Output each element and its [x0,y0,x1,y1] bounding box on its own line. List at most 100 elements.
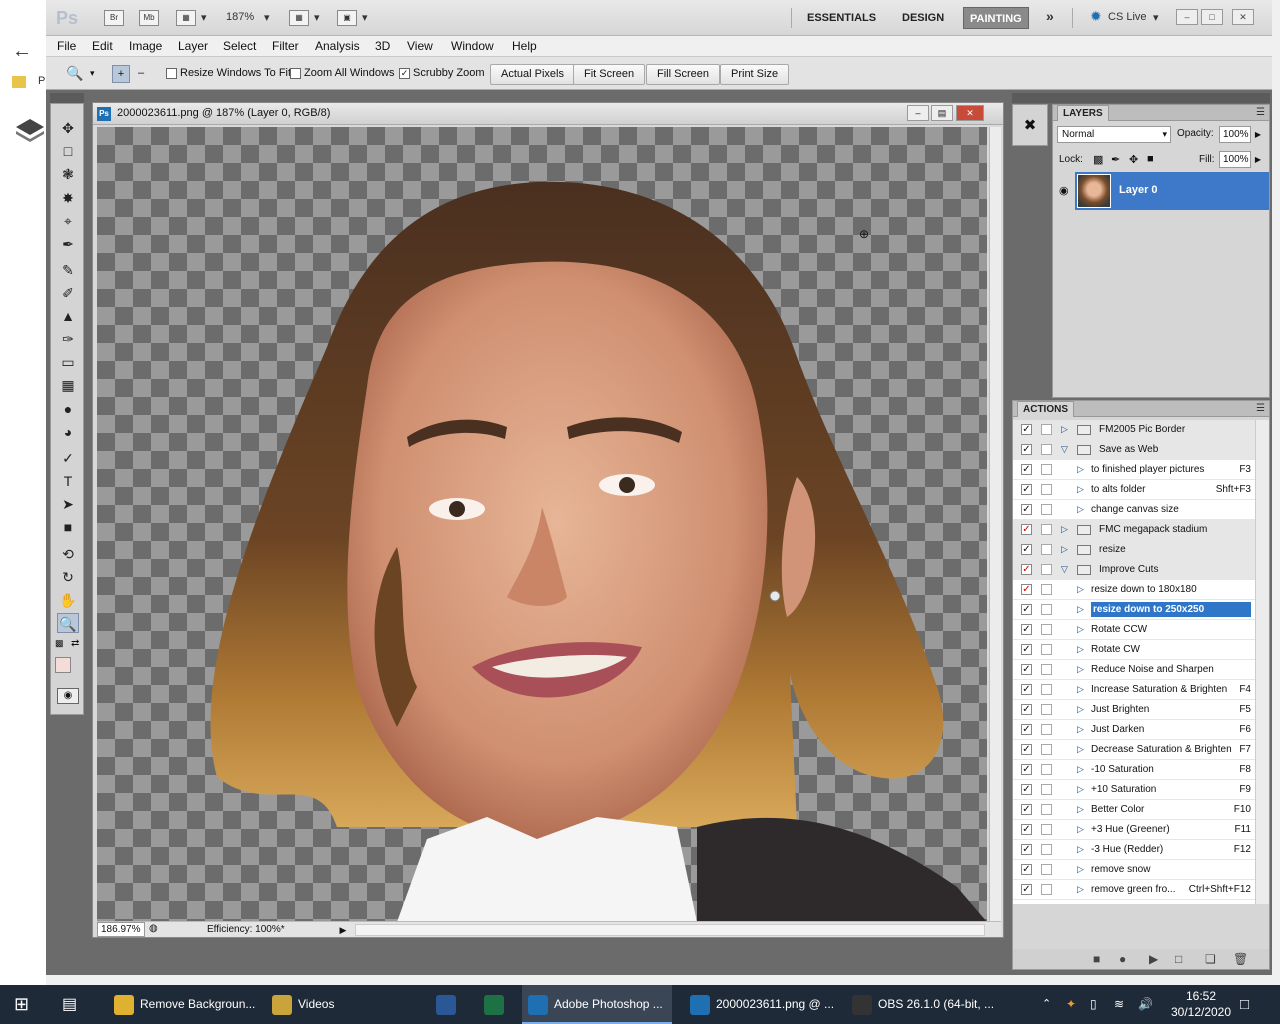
collapsed-triangle-icon[interactable]: ▷ [1061,524,1068,535]
chevron-down-icon[interactable]: ▾ [90,68,95,79]
pen-tool-icon[interactable]: ✓ [57,448,79,468]
tray-chevron-icon[interactable]: ⌃ [1042,985,1051,1024]
menu-help[interactable]: Help [512,39,537,53]
maximize-button[interactable]: □ [1201,9,1223,25]
action-row[interactable]: ✓ ▷ remove green fro... Ctrl+Shft+F12 [1013,880,1269,900]
tab-layers[interactable]: LAYERS [1057,105,1109,121]
taskbar-item[interactable]: Remove Backgroun... [108,985,258,1024]
actions-scrollbar[interactable] [1255,420,1269,904]
lasso-tool-icon[interactable]: ❃ [57,164,79,184]
action-toggle-checkbox[interactable]: ✓ [1021,844,1032,855]
dialog-toggle-checkbox[interactable] [1041,784,1052,795]
dialog-toggle-checkbox[interactable] [1041,624,1052,635]
workspace-essentials[interactable]: ESSENTIALS [801,7,882,29]
action-set-row[interactable]: ✓ ▷ resize [1013,540,1269,560]
dialog-toggle-checkbox[interactable] [1041,844,1052,855]
minimize-button[interactable]: – [1176,9,1198,25]
action-toggle-checkbox[interactable]: ✓ [1021,464,1032,475]
taskbar-item[interactable] [478,985,518,1024]
screen-mode-icon[interactable]: ▣ [337,10,357,26]
healing-brush-tool-icon[interactable]: ✎ [57,260,79,280]
dialog-toggle-checkbox[interactable] [1041,664,1052,675]
blur-tool-icon[interactable]: ● [57,399,79,419]
action-row[interactable]: ✓ ▷ to finished player pictures F3 [1013,460,1269,480]
document-titlebar[interactable]: Ps 2000023611.png @ 187% (Layer 0, RGB/8… [93,103,1003,125]
image-canvas[interactable]: ⊕ [97,127,987,922]
3d-rotate-tool-icon[interactable]: ⟲ [57,544,79,564]
view-extras-icon[interactable]: ▦ [176,10,196,26]
collapsed-triangle-icon[interactable]: ▷ [1061,424,1068,435]
action-toggle-checkbox[interactable]: ✓ [1021,644,1032,655]
cs-live-menu[interactable]: CS Live [1108,11,1147,23]
brush-tool-icon[interactable]: ✐ [57,283,79,303]
action-toggle-checkbox[interactable]: ✓ [1021,784,1032,795]
zoom-out-icon[interactable]: – [132,65,150,83]
action-row[interactable]: ✓ ▷ Rotate CW [1013,640,1269,660]
action-toggle-checkbox[interactable]: ✓ [1021,684,1032,695]
doc-close-button[interactable]: ✕ [956,105,984,121]
menu-edit[interactable]: Edit [92,39,113,53]
dialog-toggle-checkbox[interactable] [1041,524,1052,535]
foreground-color-swatch[interactable] [55,657,71,673]
resize-windows-checkbox[interactable] [166,68,177,79]
action-toggle-checkbox[interactable]: ✓ [1021,604,1032,615]
actual-pixels-button[interactable]: Actual Pixels [490,64,575,85]
dialog-toggle-checkbox[interactable] [1041,864,1052,875]
fill-slider-arrow-icon[interactable]: ▶ [1253,151,1263,168]
collapsed-triangle-icon[interactable]: ▷ [1077,464,1084,475]
action-row[interactable]: ✓ ▷ resize down to 250x250 [1013,600,1269,620]
collapsed-triangle-icon[interactable]: ▷ [1077,484,1084,495]
menu-file[interactable]: File [57,39,76,53]
fill-field[interactable]: 100% [1219,151,1251,168]
dialog-toggle-checkbox[interactable] [1041,544,1052,555]
action-row[interactable]: ✓ ▷ Rotate CCW [1013,620,1269,640]
bridge-button[interactable]: Br [104,10,124,26]
gradient-tool-icon[interactable]: ▦ [57,375,79,395]
dialog-toggle-checkbox[interactable] [1041,464,1052,475]
menu-image[interactable]: Image [129,39,162,53]
menu-select[interactable]: Select [223,39,256,53]
wifi-icon[interactable]: ≋ [1114,985,1124,1024]
action-toggle-checkbox[interactable]: ✓ [1021,424,1032,435]
stop-icon[interactable]: ■ [1093,952,1100,966]
collapsed-triangle-icon[interactable]: ▷ [1077,704,1084,715]
collapsed-triangle-icon[interactable]: ▷ [1077,584,1084,595]
dialog-toggle-checkbox[interactable] [1041,564,1052,575]
action-row[interactable]: ✓ ▷ to alts folder Shft+F3 [1013,480,1269,500]
notifications-icon[interactable]: □ [1240,985,1249,1024]
collapsed-triangle-icon[interactable]: ▷ [1077,504,1084,515]
more-workspaces-icon[interactable]: » [1046,8,1054,24]
taskbar-item[interactable]: Videos [266,985,416,1024]
dialog-toggle-checkbox[interactable] [1041,604,1052,615]
collapsed-triangle-icon[interactable]: ▷ [1077,644,1084,655]
doc-minimize-button[interactable]: – [907,105,929,121]
action-toggle-checkbox[interactable]: ✓ [1021,884,1032,895]
action-toggle-checkbox[interactable]: ✓ [1021,764,1032,775]
zoom-tool-icon[interactable]: 🔍 [57,613,79,633]
action-row[interactable]: ✓ ▷ Just Brighten F5 [1013,700,1269,720]
minibridge-button[interactable]: Mb [139,10,159,26]
dialog-toggle-checkbox[interactable] [1041,644,1052,655]
action-row[interactable]: ✓ ▷ remove snow [1013,860,1269,880]
action-toggle-checkbox[interactable]: ✓ [1021,504,1032,515]
dialog-toggle-checkbox[interactable] [1041,884,1052,895]
collapsed-triangle-icon[interactable]: ▷ [1077,864,1084,875]
dialog-toggle-checkbox[interactable] [1041,504,1052,515]
action-row[interactable]: ✓ ▷ Just Darken F6 [1013,720,1269,740]
toolbox-header[interactable] [50,93,84,103]
dialog-toggle-checkbox[interactable] [1041,444,1052,455]
dialog-toggle-checkbox[interactable] [1041,724,1052,735]
chevron-down-icon[interactable]: ▾ [264,11,270,24]
path-selection-tool-icon[interactable]: ➤ [57,494,79,514]
expanded-triangle-icon[interactable]: ▽ [1061,444,1068,455]
dodge-tool-icon[interactable]: ◕ [57,422,79,442]
collapsed-triangle-icon[interactable]: ▷ [1077,684,1084,695]
shape-tool-icon[interactable]: ■ [57,517,79,537]
lock-transparency-icon[interactable]: ▩ [1093,153,1103,166]
action-toggle-checkbox[interactable]: ✓ [1021,544,1032,555]
opacity-slider-arrow-icon[interactable]: ▶ [1253,126,1263,143]
action-row[interactable]: ✓ ▷ Reduce Noise and Sharpen [1013,660,1269,680]
action-toggle-checkbox[interactable]: ✓ [1021,804,1032,815]
doc-restore-button[interactable]: ▤ [931,105,953,121]
lock-pixels-icon[interactable]: ✒ [1111,153,1120,166]
